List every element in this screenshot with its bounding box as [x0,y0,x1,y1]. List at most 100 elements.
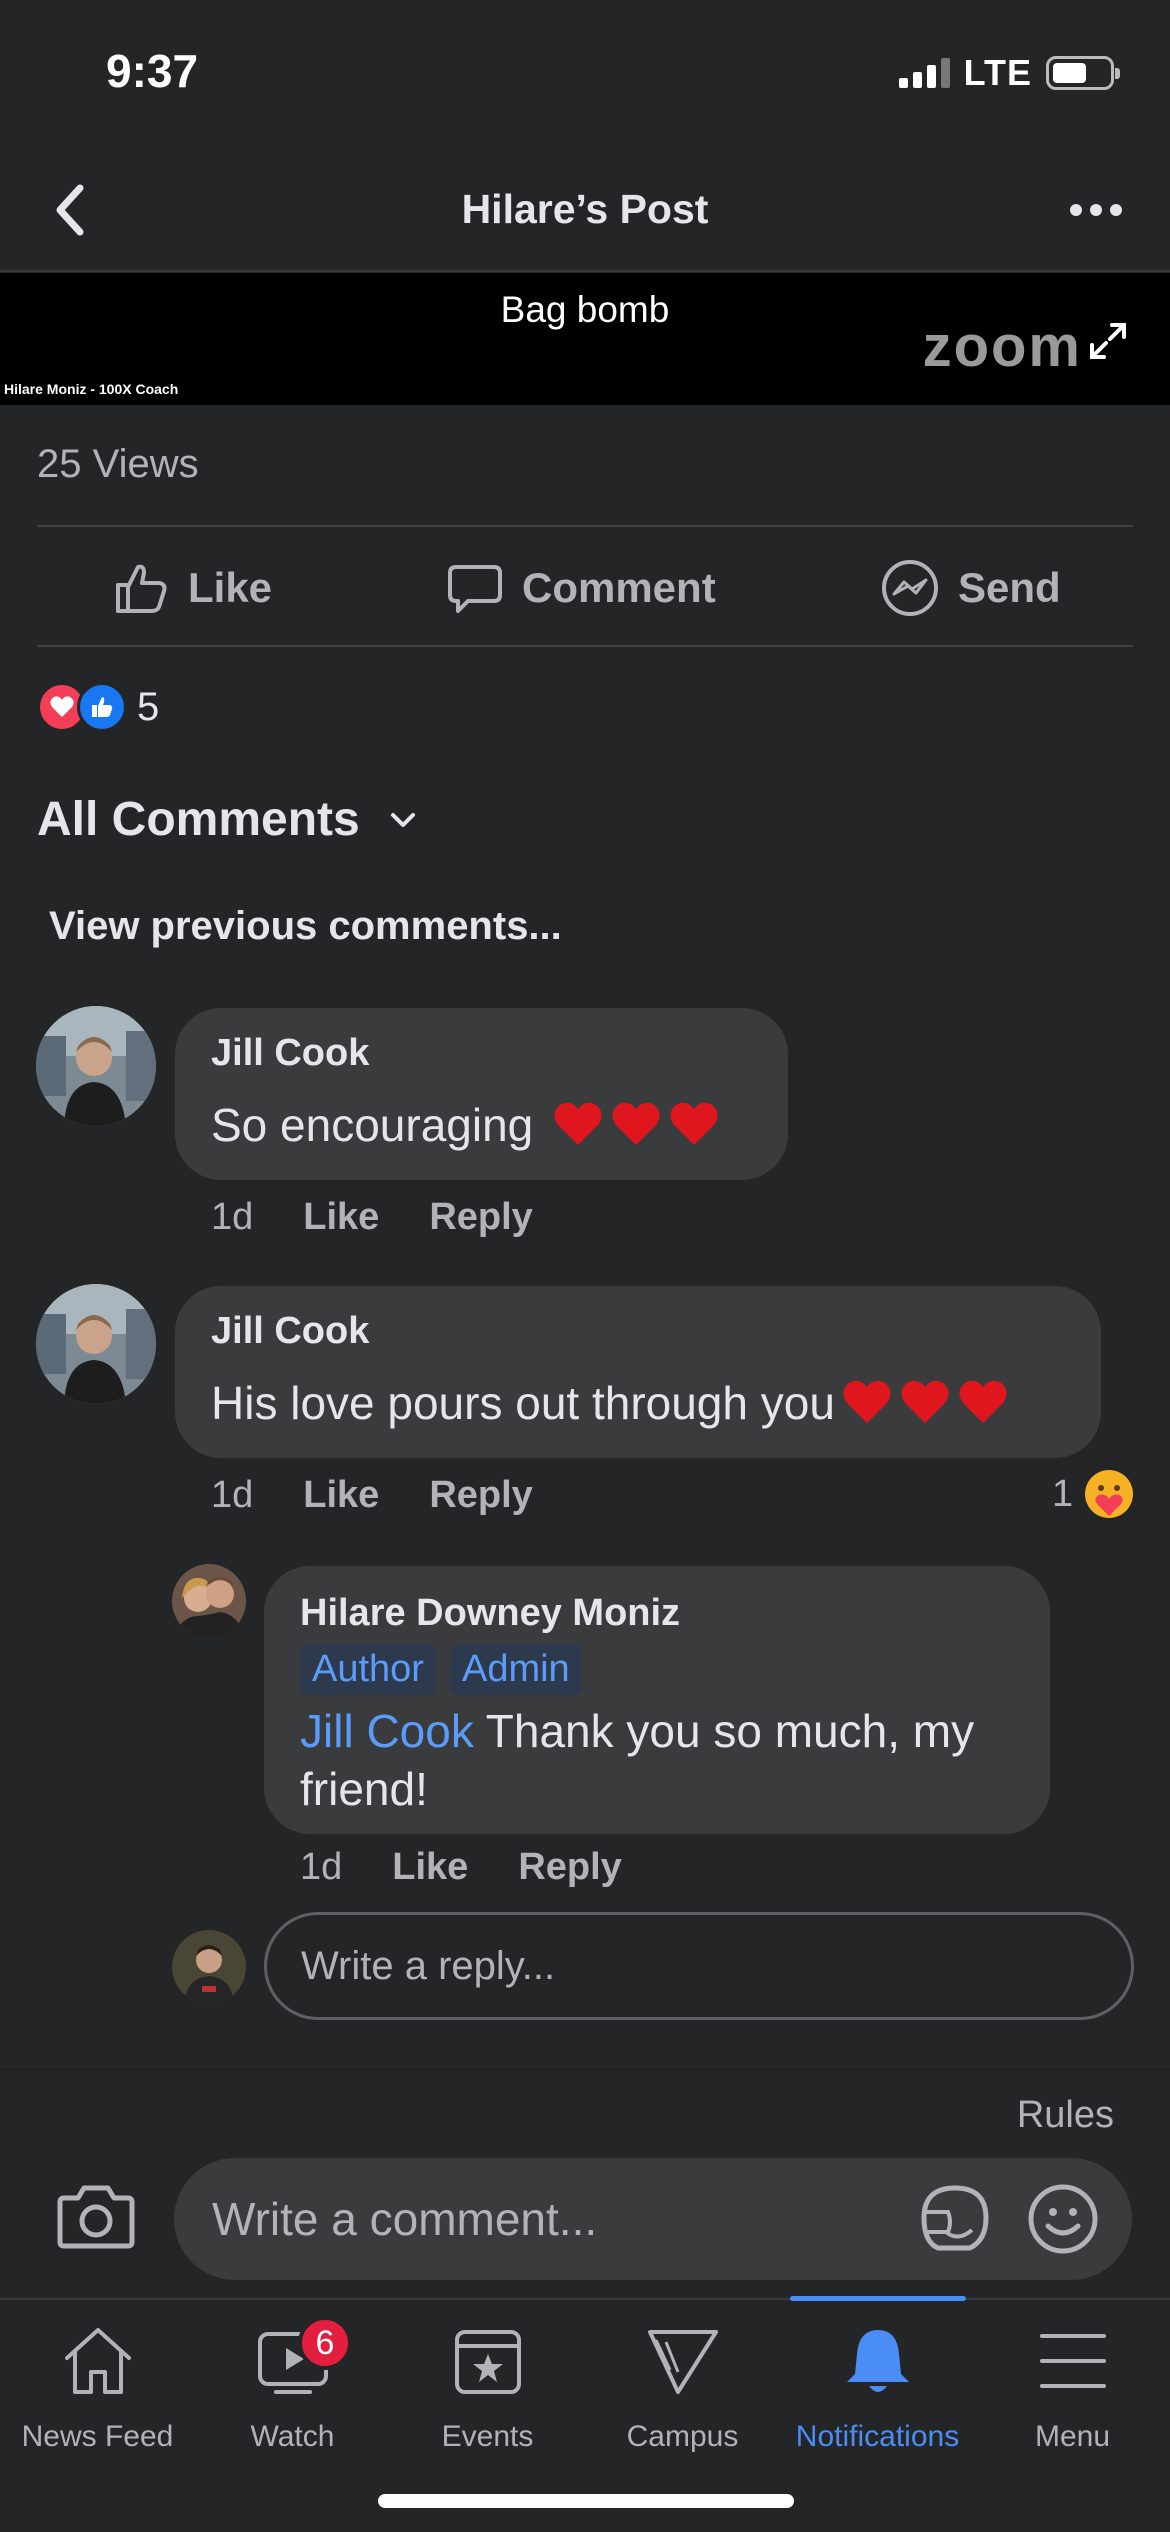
reply-like-button[interactable]: Like [392,1846,468,1889]
network-label: LTE [963,52,1032,93]
comment-meta: 1d Like Reply [211,1196,533,1239]
divider [37,525,1133,527]
avatar[interactable] [172,1564,246,1638]
zoom-logo: zoom [922,314,1082,379]
chevron-down-icon [390,812,415,827]
comment-bubble: Jill Cook His love pours out through you [175,1286,1101,1458]
active-tab-indicator [790,2296,966,2301]
dot-icon [1070,204,1082,216]
status-time: 9:37 [106,45,199,97]
reaction-summary[interactable]: 5 [37,682,159,732]
sticker-button[interactable] [918,2182,992,2256]
tab-label: Events [441,2420,534,2453]
heart-emoji-icon [959,1380,1007,1423]
emoji-button[interactable] [1026,2182,1100,2256]
tab-label: Menu [1034,2420,1111,2453]
dot-icon [1110,204,1122,216]
send-button[interactable]: Send [880,553,1061,623]
bell-icon [846,2330,909,2392]
reply-text-continued: friend! [300,1763,428,1815]
comment-button[interactable]: Comment [446,553,716,623]
comment-reply-button[interactable]: Reply [429,1474,532,1517]
tab-label: Notifications [795,2420,960,2453]
view-previous-comments-link[interactable]: View previous comments... [49,904,562,949]
more-options-button[interactable] [1070,190,1126,230]
reply-bubble: Hilare Downey Moniz Author Admin Jill Co… [264,1566,1050,1834]
comment-reply-button[interactable]: Reply [429,1196,532,1239]
comment-time: 1d [211,1474,254,1516]
comment-like-button[interactable]: Like [303,1474,379,1517]
camera-icon [57,2185,135,2249]
view-count: 25 Views [37,442,199,486]
watch-notification-badge: 6 [298,2316,352,2370]
reply-input[interactable]: Write a reply... [264,1912,1134,2020]
page-title: Hilare’s Post [461,186,709,232]
heart-emoji-icon [554,1102,602,1145]
post-header: Hilare’s Post [0,150,1170,272]
dot-icon [1090,204,1102,216]
campus-icon [647,2330,718,2394]
expand-icon [1090,323,1126,359]
messenger-icon [882,560,938,616]
tab-watch[interactable]: Watch [195,2322,390,2454]
comment-reaction-summary[interactable]: 1 [1052,1468,1135,1520]
heart-emoji-icon [901,1380,949,1423]
comment-filter-dropdown[interactable]: All Comments [37,792,418,847]
like-button[interactable]: Like [112,553,272,623]
reply-meta: 1d Like Reply [300,1846,622,1889]
heart-emoji-icon [670,1102,718,1145]
divider [37,645,1133,647]
reply-input-placeholder: Write a reply... [301,1943,556,1988]
comment-like-button[interactable]: Like [303,1196,379,1239]
like-reaction-icon [77,682,127,732]
smiley-icon [1028,2184,1098,2254]
tab-news-feed[interactable]: News Feed [0,2322,195,2454]
events-icon [454,2330,521,2394]
sticker-icon [921,2185,989,2251]
avatar[interactable] [36,1006,156,1126]
heart-emoji-icon [612,1102,660,1145]
video-caption: Hilare Moniz - 100X Coach [4,381,179,397]
signal-icon [898,58,950,88]
comment-bubble: Jill Cook So encouraging [175,1008,788,1180]
tab-events[interactable]: Events [390,2322,585,2454]
comment-reaction-count: 1 [1052,1472,1074,1515]
comment-text: So encouraging [211,1099,534,1151]
menu-icon [1039,2334,1106,2388]
comment-meta: 1d Like Reply [211,1474,533,1517]
tab-label: News Feed [21,2420,174,2453]
author-badge: Author [300,1644,436,1695]
avatar[interactable] [36,1284,156,1404]
care-reaction-icon [1085,1470,1134,1518]
home-indicator [378,2494,794,2508]
like-label: Like [188,564,273,611]
video-player[interactable]: Bag bomb Hilare Moniz - 100X Coach zoom [0,273,1170,405]
admin-badge: Admin [449,1644,582,1695]
battery-icon [1046,56,1120,90]
comment-text: His love pours out through you [211,1377,835,1429]
status-indicators: LTE [898,52,1120,94]
tab-label: Watch [250,2420,335,2453]
tab-campus[interactable]: Campus [585,2322,780,2454]
tab-label: Campus [626,2420,739,2453]
reply-author[interactable]: Hilare Downey Moniz [300,1592,680,1635]
comment-time: 1d [211,1196,254,1238]
heart-emoji-icon [843,1380,891,1423]
rules-link[interactable]: Rules [1017,2094,1114,2137]
tab-notifications[interactable]: Notifications [780,2322,975,2454]
comment-author[interactable]: Jill Cook [211,1310,369,1353]
reply-reply-button[interactable]: Reply [518,1846,621,1889]
comment-icon [448,565,502,613]
send-label: Send [958,564,1061,611]
comment-input-placeholder: Write a comment... [212,2193,598,2245]
camera-button[interactable] [56,2182,136,2252]
home-icon [64,2328,131,2394]
reply-time: 1d [300,1846,343,1888]
comment-author[interactable]: Jill Cook [211,1032,369,1075]
tab-menu[interactable]: Menu [975,2322,1170,2454]
comment-label: Comment [522,564,716,611]
thumbs-up-icon [116,564,167,613]
fullscreen-button[interactable] [1086,319,1130,363]
mention-link[interactable]: Jill Cook [300,1705,474,1757]
comment-filter-label: All Comments [37,793,360,846]
